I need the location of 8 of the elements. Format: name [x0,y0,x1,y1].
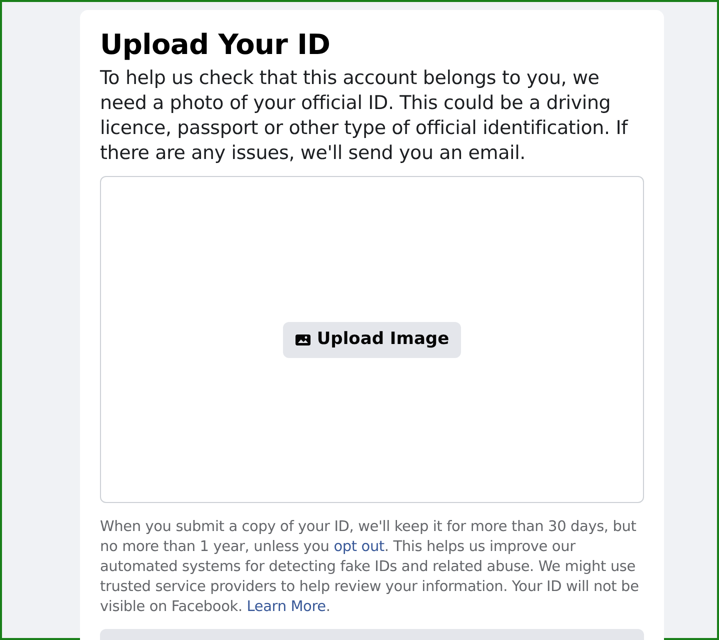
image-icon [294,334,311,346]
upload-image-button[interactable]: Upload Image [282,322,462,358]
upload-area[interactable]: Upload Image [100,176,644,503]
page-title: Upload Your ID [100,28,332,62]
description-text: To help us check that this account belongs to you, we need a photo of your official ID. This could be a driving licence, passport or other type of official identification. If there are any issues, we'll send you an email. [100,66,630,166]
link[interactable]: Learn More [246,599,326,615]
privacy-notice: When you submit a copy of your ID, we'll keep it for more than 30 days, but no more than 1 year, unless you opt out. This helps us improve our automated systems for detecting fake IDs and related abuse. We might use trusted service providers to help review your information. Your ID will not be visible on Facebook. Learn More. [100,518,640,617]
link[interactable]: opt out [334,539,384,555]
